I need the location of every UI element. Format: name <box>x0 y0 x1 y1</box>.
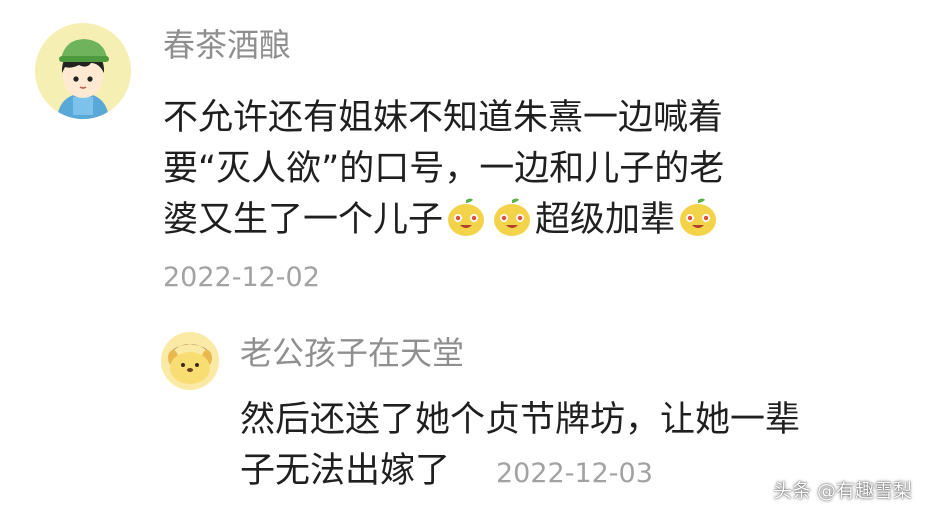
comment-line: 婆又生了一个儿子 <box>163 200 444 240</box>
reply-timestamp: 2022-12-03 <box>496 458 653 489</box>
commenter-username[interactable]: 春茶酒酿 <box>163 25 291 65</box>
watermark: 头条 @有趣雪梨 <box>772 480 912 502</box>
comment-timestamp: 2022-12-02 <box>163 262 320 293</box>
comment-line: 要“灭人欲”的口号，一边和儿子的老 <box>163 149 725 189</box>
reply-line: 然后还送了她个贞节牌坊，让她一辈 <box>240 400 801 440</box>
comment-line: 不允许还有姐妹不知道朱熹一边喊着 <box>163 98 724 138</box>
replier-username[interactable]: 老公孩子在天堂 <box>240 333 464 373</box>
replier-avatar[interactable] <box>161 332 219 390</box>
commenter-avatar[interactable] <box>35 23 131 119</box>
smiling-pear-emoji-icon <box>680 198 717 236</box>
comment-line-with-emoji: 婆又生了一个儿子 超级加辈 <box>163 195 724 246</box>
pompompurin-avatar-icon <box>161 332 219 390</box>
comment-line-suffix: 超级加辈 <box>535 200 676 240</box>
comment-text: 不允许还有姐妹不知道朱熹一边喊着 要“灭人欲”的口号，一边和儿子的老 婆又生了一… <box>163 93 724 246</box>
boy-avatar-icon <box>35 23 131 119</box>
smiling-pear-emoji-icon <box>448 198 485 236</box>
smiling-pear-emoji-icon <box>494 198 531 236</box>
